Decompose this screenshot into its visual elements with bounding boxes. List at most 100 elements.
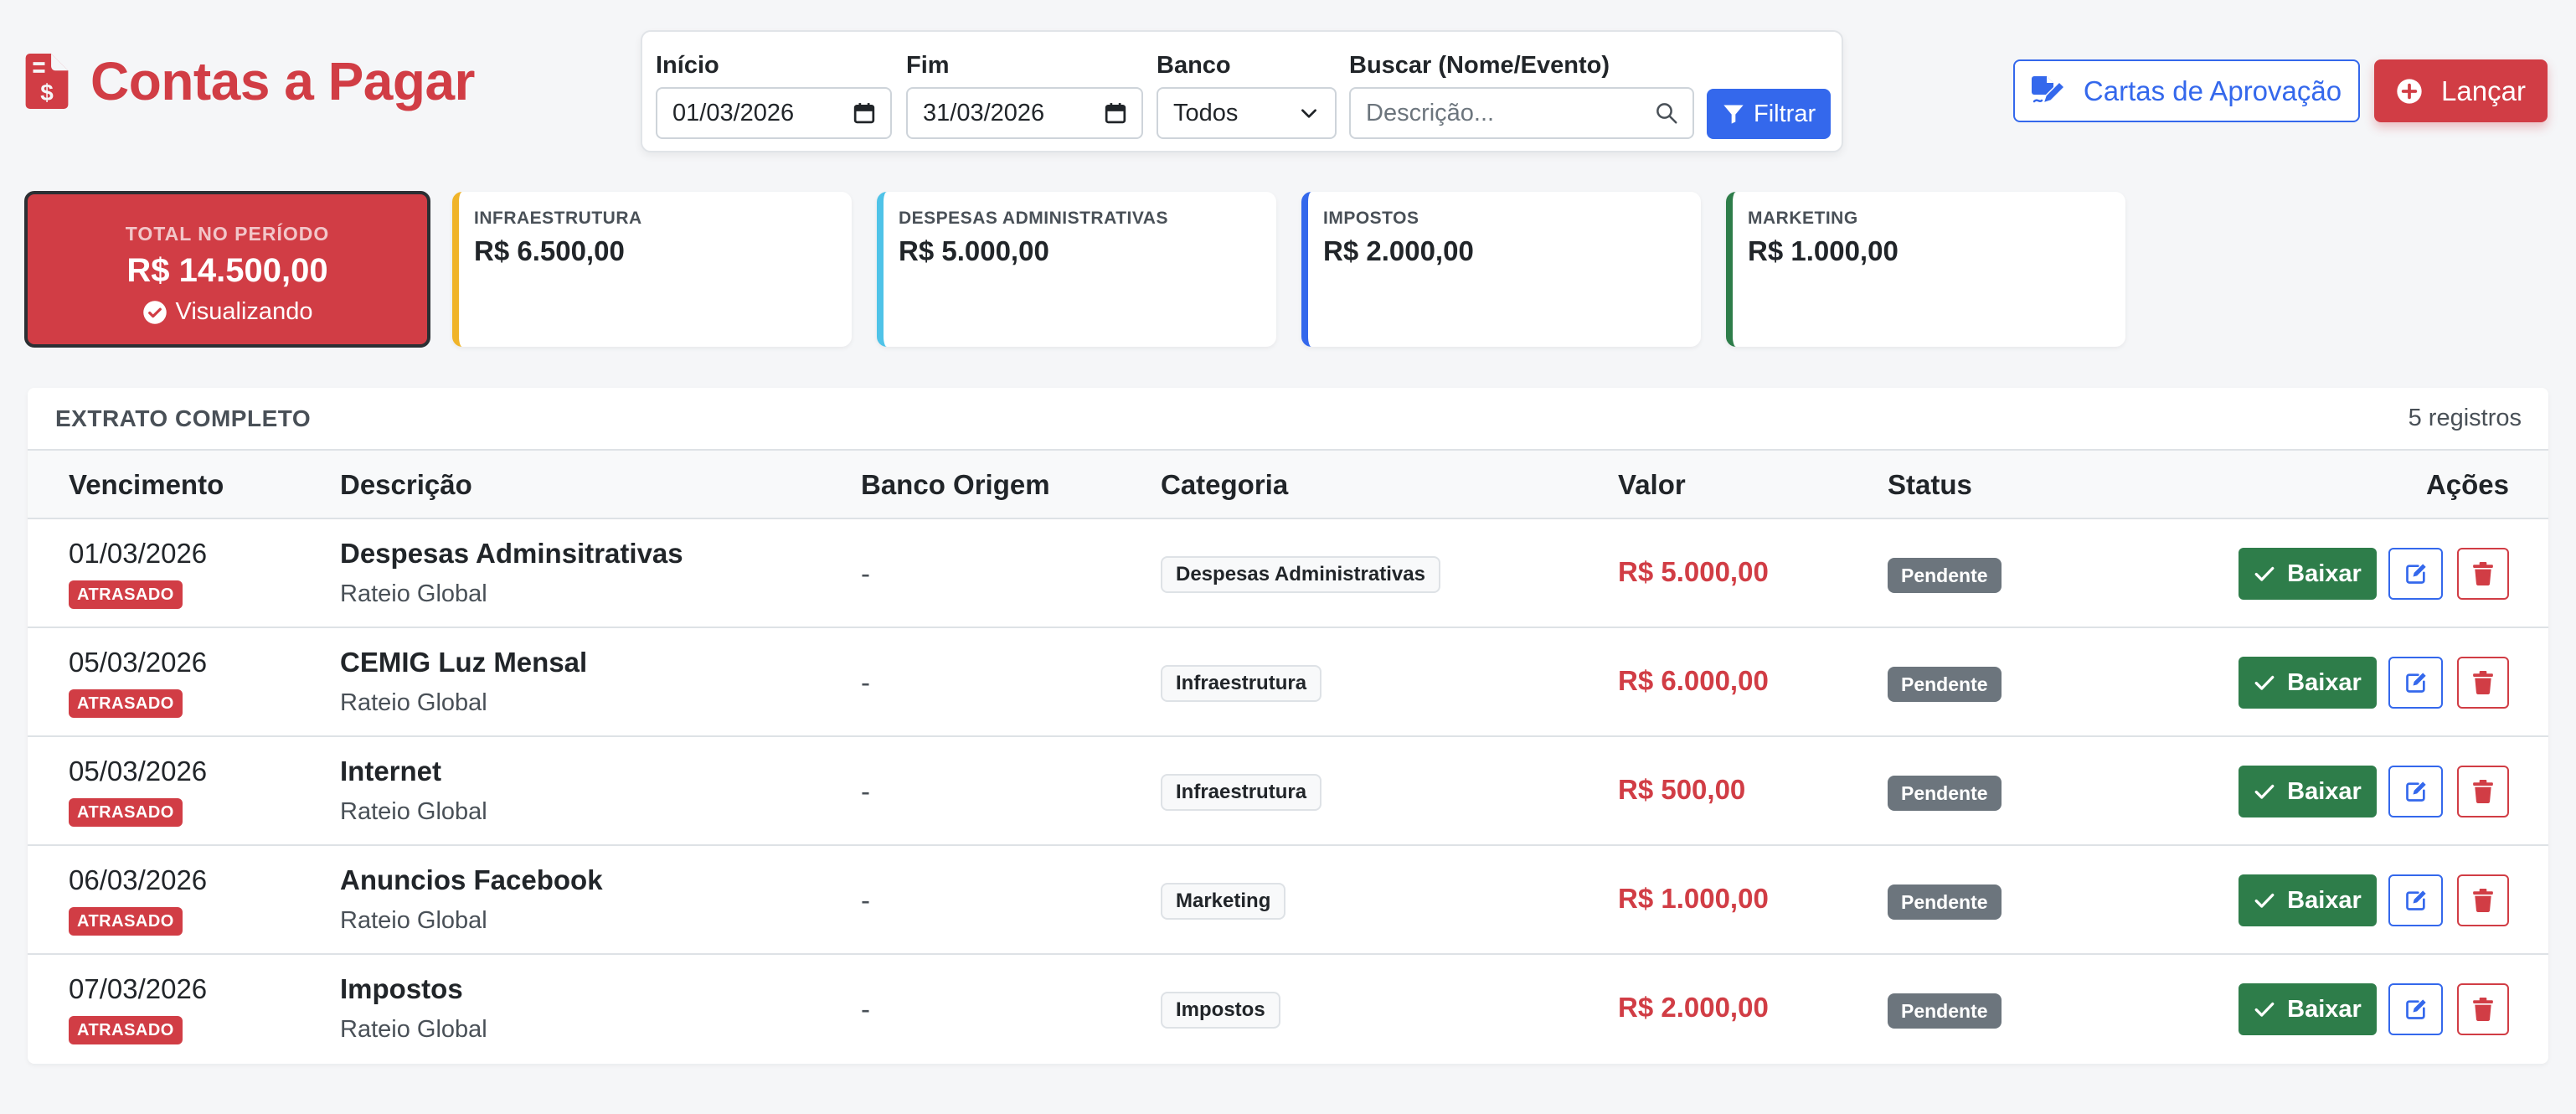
due-date: 01/03/2026 <box>69 538 208 569</box>
check-icon <box>2254 675 2275 690</box>
status-badge: Pendente <box>1888 667 2002 702</box>
trash-icon <box>2473 562 2493 585</box>
plus-circle-icon <box>2397 78 2422 104</box>
check-icon <box>2254 566 2275 581</box>
row-description: Internet <box>340 756 442 787</box>
col-categoria[interactable]: Categoria <box>1161 469 1288 501</box>
category-card-infraestrutura[interactable]: INFRAESTRUTURA R$ 6.500,00 <box>452 192 852 347</box>
pay-button-label: Baixar <box>2287 995 2362 1023</box>
table-row[interactable]: 07/03/2026 ATRASADO Impostos Rateio Glob… <box>28 955 2548 1064</box>
pay-button[interactable]: Baixar <box>2239 766 2377 817</box>
total-period-label: TOTAL NO PERÍODO <box>125 223 330 245</box>
delete-button[interactable] <box>2457 874 2509 926</box>
pay-button[interactable]: Baixar <box>2239 548 2377 600</box>
trash-icon <box>2473 780 2493 803</box>
edit-button[interactable] <box>2388 548 2443 600</box>
source-bank: - <box>861 776 870 807</box>
search-input[interactable]: Descrição... <box>1349 87 1642 139</box>
trash-icon <box>2473 889 2493 912</box>
start-date-input[interactable]: 01/03/2026 <box>656 87 892 139</box>
add-entry-label: Lançar <box>2441 75 2526 106</box>
table-header: Vencimento Descrição Banco Origem Catego… <box>28 451 2548 519</box>
category-card-impostos[interactable]: IMPOSTOS R$ 2.000,00 <box>1301 192 1701 347</box>
edit-icon <box>2405 781 2426 802</box>
chevron-down-icon <box>1301 109 1316 118</box>
category-tag: Marketing <box>1161 883 1286 920</box>
pay-button[interactable]: Baixar <box>2239 657 2377 709</box>
delete-button[interactable] <box>2457 766 2509 817</box>
table-row[interactable]: 05/03/2026 ATRASADO CEMIG Luz Mensal Rat… <box>28 628 2548 737</box>
statement-panel: EXTRATO COMPLETO 5 registros Vencimento … <box>28 388 2548 1064</box>
source-bank: - <box>861 884 870 915</box>
col-banco-origem[interactable]: Banco Origem <box>861 469 1050 501</box>
col-descricao[interactable]: Descrição <box>340 469 472 501</box>
calendar-icon[interactable] <box>1105 102 1126 124</box>
category-tag: Despesas Administrativas <box>1161 556 1440 593</box>
filter-panel: Início 01/03/2026 Fim 31/03/2026 Banco T… <box>641 30 1843 152</box>
overdue-badge: ATRASADO <box>69 907 183 936</box>
overdue-badge: ATRASADO <box>69 689 183 718</box>
category-card-despesas-administrativas[interactable]: DESPESAS ADMINISTRATIVAS R$ 5.000,00 <box>877 192 1276 347</box>
row-description: Impostos <box>340 973 463 1004</box>
edit-icon <box>2405 564 2426 584</box>
col-vencimento[interactable]: Vencimento <box>69 469 224 501</box>
source-bank: - <box>861 558 870 589</box>
calendar-icon[interactable] <box>853 102 875 124</box>
row-amount: R$ 2.000,00 <box>1618 992 1769 1023</box>
pay-button-label: Baixar <box>2287 560 2362 587</box>
row-description: Anuncios Facebook <box>340 864 603 895</box>
col-acoes: Ações <box>2425 469 2509 500</box>
edit-button[interactable] <box>2388 983 2443 1035</box>
pay-button[interactable]: Baixar <box>2239 874 2377 926</box>
viewing-label: Visualizando <box>175 298 313 325</box>
statement-header: EXTRATO COMPLETO 5 registros <box>28 388 2548 451</box>
edit-icon <box>2405 999 2426 1019</box>
category-card-value: R$ 1.000,00 <box>1748 235 1899 266</box>
delete-button[interactable] <box>2457 657 2509 709</box>
edit-button[interactable] <box>2388 874 2443 926</box>
search-icon <box>1656 103 1677 124</box>
category-card-value: R$ 5.000,00 <box>899 235 1049 266</box>
col-status[interactable]: Status <box>1888 469 1972 501</box>
row-subtitle: Rateio Global <box>340 689 487 716</box>
delete-button[interactable] <box>2457 548 2509 600</box>
status-badge: Pendente <box>1888 884 2002 920</box>
category-card-value: R$ 6.500,00 <box>474 235 625 266</box>
delete-button[interactable] <box>2457 983 2509 1035</box>
due-date: 06/03/2026 <box>69 864 208 895</box>
pay-button[interactable]: Baixar <box>2239 983 2377 1035</box>
page-header: $ Contas a Pagar <box>25 50 475 112</box>
table-row[interactable]: 06/03/2026 ATRASADO Anuncios Facebook Ra… <box>28 846 2548 955</box>
edit-button[interactable] <box>2388 766 2443 817</box>
table-row[interactable]: 05/03/2026 ATRASADO Internet Rateio Glob… <box>28 737 2548 846</box>
category-card-label: IMPOSTOS <box>1323 209 1419 228</box>
source-bank: - <box>861 667 870 698</box>
col-valor[interactable]: Valor <box>1618 469 1686 501</box>
row-subtitle: Rateio Global <box>340 1016 487 1043</box>
check-icon <box>2254 784 2275 799</box>
end-date-value: 31/03/2026 <box>923 99 1045 126</box>
bank-label: Banco <box>1157 52 1231 79</box>
row-subtitle: Rateio Global <box>340 798 487 825</box>
due-date: 05/03/2026 <box>69 647 208 678</box>
page-title: Contas a Pagar <box>90 51 475 111</box>
bank-select[interactable]: Todos <box>1157 87 1337 139</box>
table-body: 01/03/2026 ATRASADO Despesas Adminsitrat… <box>28 519 2548 1064</box>
filter-button-label: Filtrar <box>1754 100 1816 127</box>
record-count: 5 registros <box>2408 405 2522 431</box>
check-icon <box>2254 893 2275 908</box>
trash-icon <box>2473 671 2493 694</box>
approval-letters-button[interactable]: Cartas de Aprovação <box>2013 59 2360 122</box>
category-card-marketing[interactable]: MARKETING R$ 1.000,00 <box>1726 192 2125 347</box>
search-label: Buscar (Nome/Evento) <box>1349 52 1610 79</box>
table-row[interactable]: 01/03/2026 ATRASADO Despesas Adminsitrat… <box>28 519 2548 628</box>
add-entry-button[interactable]: Lançar <box>2374 59 2548 122</box>
filter-button[interactable]: Filtrar <box>1707 89 1832 139</box>
overdue-badge: ATRASADO <box>69 580 183 609</box>
category-card-label: MARKETING <box>1748 209 1858 228</box>
edit-button[interactable] <box>2388 657 2443 709</box>
end-date-input[interactable]: 31/03/2026 <box>906 87 1143 139</box>
total-period-card[interactable]: TOTAL NO PERÍODO R$ 14.500,00 Visualizan… <box>24 191 430 348</box>
search-button[interactable] <box>1641 87 1694 139</box>
file-signature-icon <box>2031 75 2063 104</box>
